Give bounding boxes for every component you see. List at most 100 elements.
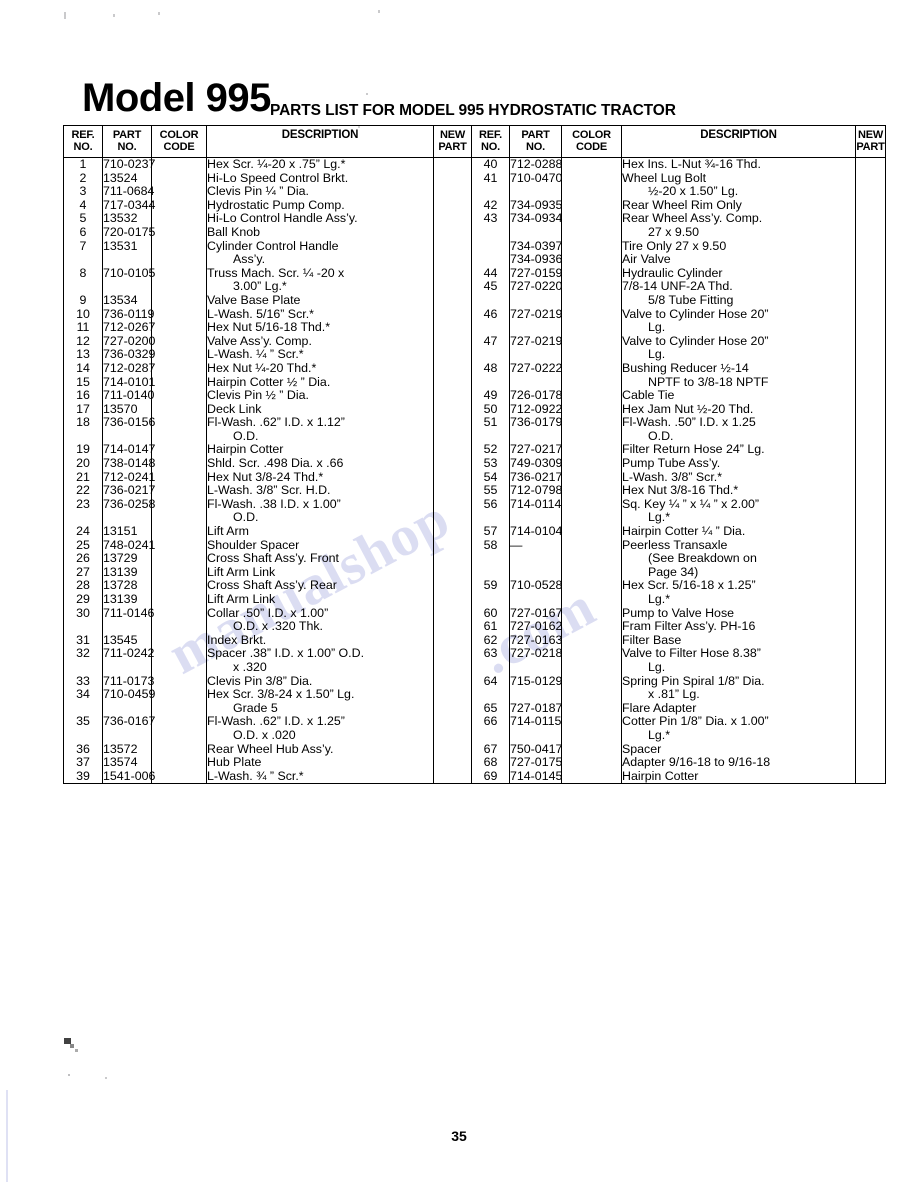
cell-ref-no-right: 52 <box>471 443 510 458</box>
cell-new-part-right <box>855 307 886 322</box>
cell-ref-no-right: 47 <box>471 334 510 349</box>
cell-description-right: L-Wash. 3/8” Scr.* <box>621 470 856 485</box>
cell-color-code-left <box>151 225 207 240</box>
cell-description-left: O.D. x .320 Thk. <box>206 620 434 634</box>
cell-ref-no-left: 26 <box>63 552 103 566</box>
cell-ref-no-right <box>471 728 510 743</box>
cell-description-left: Fl-Wash. .38 I.D. x 1.00” <box>206 497 434 512</box>
table-row: 6 720-0175 Ball Knob 27 x 9.50 <box>63 225 886 240</box>
table-row: 9 13534 Valve Base Plate 5/8 Tube Fitting <box>63 293 886 308</box>
cell-part-no-right: 714-0104 <box>509 524 563 539</box>
cell-new-part-right <box>855 593 886 607</box>
cell-color-code-right <box>561 647 622 661</box>
cell-description-right: Wheel Lug Bolt <box>621 171 856 186</box>
header-new-part-left-line2: PART <box>438 141 467 153</box>
cell-ref-no-right: 58 <box>471 538 510 553</box>
cell-part-no-right: 727-0167 <box>509 605 563 621</box>
cell-description-left: x .320 <box>206 660 434 675</box>
table-row: 26 13729 Cross Shaft Ass’y. Front (See Br… <box>63 552 886 566</box>
cell-description-left: Clevis Pin ½ ” Dia. <box>206 388 434 403</box>
header-new-part-right: NEW PART <box>855 125 886 158</box>
cell-description-right-continuation: x .81” Lg. <box>648 687 700 702</box>
cell-new-part-right <box>855 525 886 539</box>
cell-ref-no-right <box>471 348 510 362</box>
cell-part-no-right: 714-0145 <box>509 768 563 785</box>
cell-description-right: Spacer <box>621 742 856 757</box>
page-title: Model 995 <box>82 76 271 120</box>
cell-part-no-left: 710-0105 <box>102 265 156 281</box>
cell-description-left: Clevis Pin ¼ ” Dia. <box>206 185 434 199</box>
cell-color-code-right <box>561 198 622 213</box>
table-row: 3.00” Lg.* 45 727-0220 7/8-14 UNF-2A Thd. <box>63 280 886 294</box>
cell-color-code-right <box>561 579 622 593</box>
cell-ref-no-left: 14 <box>63 361 103 376</box>
cell-description-right-continuation: ½-20 x 1.50” Lg. <box>648 184 739 199</box>
cell-ref-no-left: 23 <box>63 497 103 512</box>
cell-ref-no-right: 59 <box>471 579 510 593</box>
table-row: 39 1541-006 L-Wash. ¾ ” Scr.* 69 714-0145 … <box>63 768 886 785</box>
cell-description-left: Cross Shaft Ass’y. Rear <box>206 579 434 593</box>
cell-description-right-continuation: NPTF to 3/8-18 NPTF <box>648 374 769 389</box>
cell-new-part-right <box>855 402 886 417</box>
cell-new-part-left <box>433 361 472 376</box>
table-row: 21 712-0241 Hex Nut 3/8-24 Thd.* 54 736-02… <box>63 470 886 485</box>
cell-description-right: Hydraulic Cylinder <box>621 266 856 281</box>
cell-new-part-left <box>433 266 472 281</box>
header-part-no-left: PART NO. <box>102 125 152 158</box>
cell-ref-no-left <box>63 429 103 444</box>
cell-description-right: Hex Scr. 5/16-18 x 1.25” <box>621 579 856 593</box>
table-row: 11 712-0267 Hex Nut 5/16-18 Thd.* Lg. <box>63 320 886 335</box>
cell-description-right-continuation: Lg. <box>648 659 666 674</box>
cell-part-no-left <box>102 620 152 634</box>
cell-part-no-right: 734-0935 <box>509 197 563 213</box>
cell-part-no-right <box>509 348 562 362</box>
cell-description-right: Fl-Wash. .50” I.D. x 1.25 <box>621 416 856 430</box>
cell-description-right-continuation: Lg. <box>648 320 666 335</box>
cell-color-code-left <box>151 389 207 403</box>
header-part-no-right: PART NO. <box>509 125 562 158</box>
cell-part-no-left: 13534 <box>102 293 152 308</box>
cell-part-no-right: 750-0417 <box>509 741 563 757</box>
cell-description-right: Hex Nut 3/8-16 Thd.* <box>621 484 856 498</box>
cell-part-no-left: 13531 <box>102 239 152 254</box>
cell-color-code-right <box>561 688 622 702</box>
cell-description-right: ½-20 x 1.50” Lg. <box>621 184 856 199</box>
cell-description-right: x .81” Lg. <box>621 687 856 702</box>
cell-part-no-right <box>509 185 562 199</box>
table-row: 36 13572 Rear Wheel Hub Ass’y. 67 750-0417… <box>63 741 886 757</box>
cell-new-part-right <box>855 674 886 689</box>
cell-color-code-left <box>151 756 207 770</box>
cell-new-part-left <box>433 620 472 634</box>
cell-color-code-right <box>561 565 622 580</box>
cell-ref-no-right: 48 <box>471 361 510 376</box>
cell-ref-no-left: 29 <box>63 592 103 607</box>
cell-ref-no-right <box>471 225 510 240</box>
cell-ref-no-right: 55 <box>471 484 510 498</box>
table-row: 15 714-0101 Hairpin Cotter ½ ” Dia. NPTF … <box>63 374 886 390</box>
cell-part-no-left: 711-0684 <box>102 184 155 199</box>
cell-description-left: Lift Arm Link <box>206 565 434 580</box>
cell-ref-no-left: 19 <box>63 443 103 458</box>
cell-color-code-left <box>151 171 207 186</box>
cell-color-code-left <box>151 185 207 199</box>
cell-ref-no-right: 49 <box>471 388 510 403</box>
cell-description-right: Lg. <box>621 348 856 362</box>
cell-part-no-left: 714-0147 <box>102 442 156 458</box>
cell-part-no-left: 13151 <box>102 524 152 539</box>
cell-new-part-left <box>433 497 472 512</box>
cell-ref-no-left: 6 <box>63 225 103 240</box>
cell-part-no-right: 727-0217 <box>509 442 563 458</box>
cell-part-no-left: 711-0146 <box>102 605 155 621</box>
cell-ref-no-left: 39 <box>63 769 103 785</box>
cell-part-no-right <box>509 293 562 308</box>
table-header-row: REF. NO. PART NO. COLOR CODE DESCRIPTION… <box>63 125 886 158</box>
cell-color-code-right <box>561 457 622 471</box>
cell-description-left: Grade 5 <box>206 701 434 716</box>
table-row: 27 13139 Lift Arm Link Page 34) <box>63 565 886 580</box>
cell-description-left: Lift Arm Link <box>206 592 434 607</box>
cell-ref-no-left <box>63 660 103 675</box>
cell-color-code-right <box>561 348 622 362</box>
cell-description-right: Flare Adapter <box>621 701 856 716</box>
cell-part-no-left <box>102 511 152 526</box>
cell-description-left: Cylinder Control Handle <box>206 239 434 254</box>
